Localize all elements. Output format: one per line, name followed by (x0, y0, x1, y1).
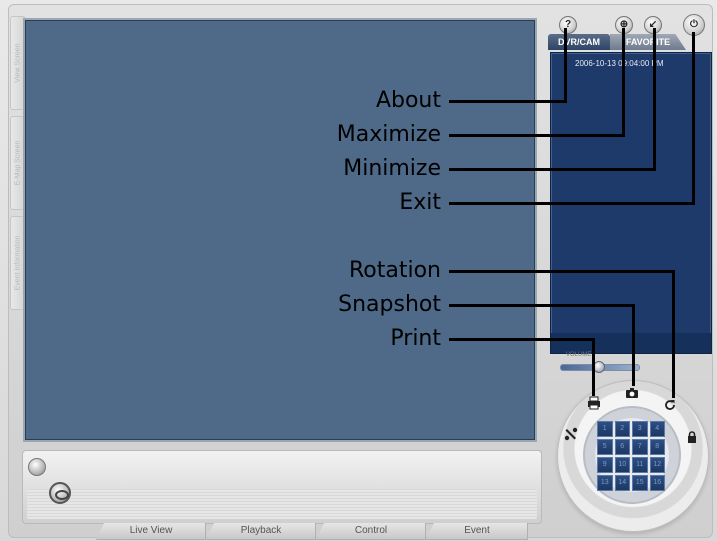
channel-button-16[interactable]: 16 (649, 475, 665, 491)
channel-button-8[interactable]: 8 (649, 439, 665, 455)
tab-view-screen-label: View Screen (14, 43, 22, 83)
jog-dial-button[interactable] (49, 482, 71, 504)
channel-button-10[interactable]: 10 (614, 457, 630, 473)
channel-button-9[interactable]: 9 (597, 457, 613, 473)
tab-control[interactable]: Control (316, 523, 426, 540)
tab-event[interactable]: Event (426, 523, 528, 540)
tab-event-information-label: Event Information (14, 235, 22, 291)
channel-button-5[interactable]: 5 (597, 439, 613, 455)
callout-minimize-label: Minimize (343, 156, 441, 181)
about-button[interactable]: ? (559, 16, 577, 34)
tree-panel-footer (551, 333, 711, 353)
callout-rotation-label: Rotation (348, 258, 441, 283)
callout-snapshot-label: Snapshot (338, 292, 441, 317)
tab-playback[interactable]: Playback (206, 523, 316, 540)
callout-about-label: About (375, 88, 441, 113)
wrench-icon[interactable] (564, 427, 578, 444)
panel-grille (27, 489, 537, 519)
channel-button-2[interactable]: 2 (614, 421, 630, 437)
left-tab-strip: View Screen E-Map Screen Event Informati… (10, 12, 26, 452)
callout-print-label: Print (390, 326, 441, 351)
tab-live-view[interactable]: Live View (96, 523, 206, 540)
channel-button-12[interactable]: 12 (649, 457, 665, 473)
bottom-control-panel (22, 450, 542, 524)
rotate-icon[interactable] (663, 398, 677, 415)
channel-grid: 1 2 3 4 5 6 7 8 9 10 11 12 13 14 15 16 (597, 421, 665, 491)
lock-icon[interactable] (685, 430, 699, 447)
volume-control: VOLUME (560, 352, 640, 373)
tab-emap-screen[interactable]: E-Map Screen (10, 116, 26, 210)
channel-button-6[interactable]: 6 (614, 439, 630, 455)
channel-button-7[interactable]: 7 (632, 439, 648, 455)
tab-emap-screen-label: E-Map Screen (14, 140, 22, 186)
callout-maximize-label: Maximize (336, 122, 441, 147)
app-window: View Screen E-Map Screen Event Informati… (0, 0, 717, 541)
datetime-display: 2006-10-13 09:04:00 PM (575, 59, 664, 68)
callout-exit-label: Exit (399, 190, 441, 215)
tab-dvr-cam[interactable]: DVR/CAM (548, 34, 610, 50)
tab-view-screen[interactable]: View Screen (10, 16, 26, 110)
channel-button-14[interactable]: 14 (614, 475, 630, 491)
channel-button-1[interactable]: 1 (597, 421, 613, 437)
camera-icon[interactable] (625, 386, 639, 403)
channel-button-15[interactable]: 15 (632, 475, 648, 491)
video-display[interactable] (25, 20, 535, 440)
channel-button-13[interactable]: 13 (597, 475, 613, 491)
volume-label: VOLUME (566, 352, 592, 358)
small-knob-button[interactable] (28, 458, 46, 476)
channel-button-3[interactable]: 3 (632, 421, 648, 437)
channel-button-4[interactable]: 4 (649, 421, 665, 437)
channel-button-11[interactable]: 11 (632, 457, 648, 473)
tab-event-information[interactable]: Event Information (10, 216, 26, 310)
print-icon[interactable] (587, 396, 601, 413)
